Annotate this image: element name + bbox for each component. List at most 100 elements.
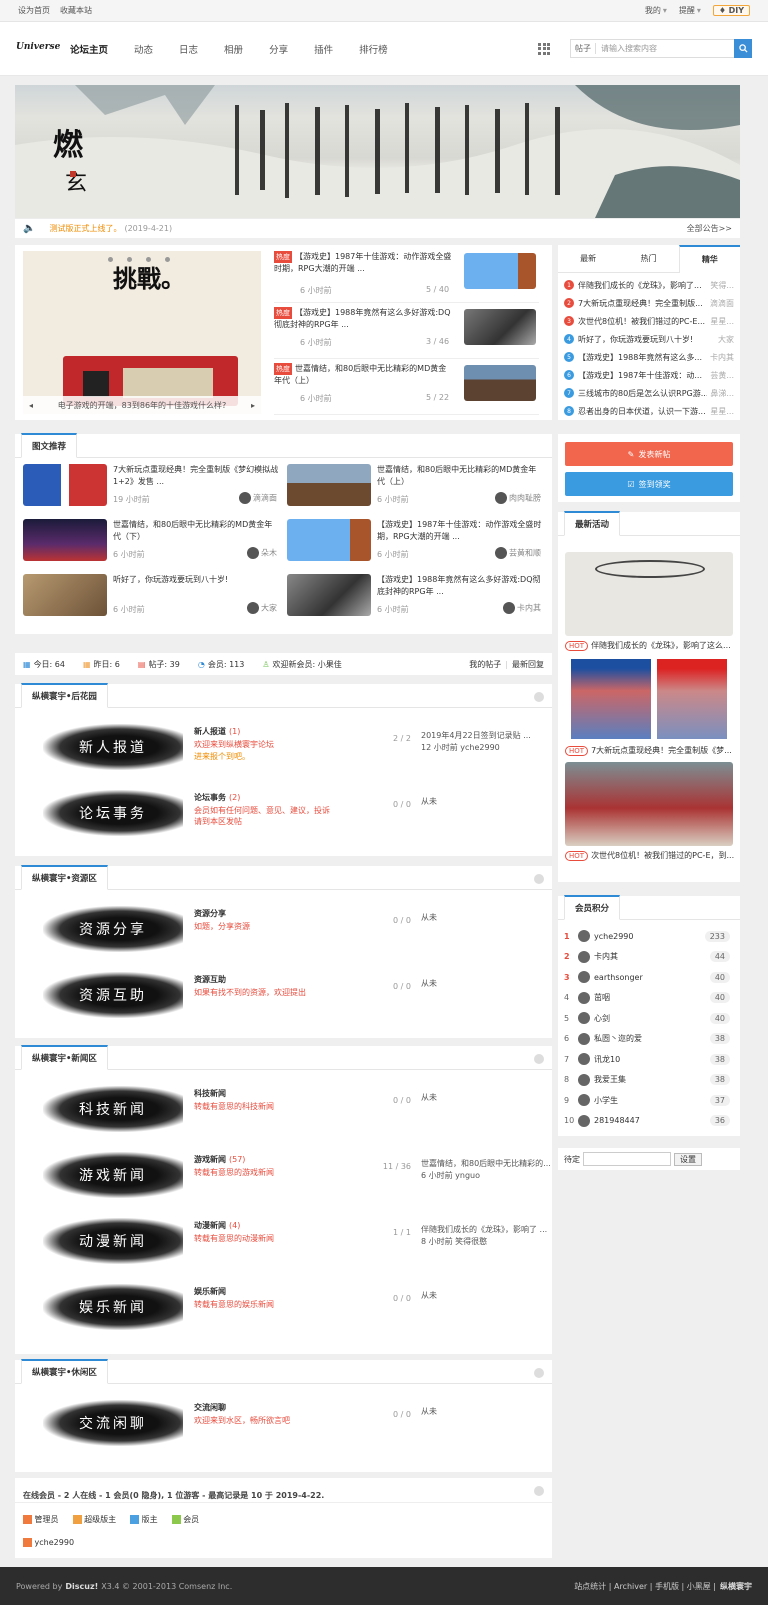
tab-latest[interactable]: 最新 bbox=[558, 245, 618, 272]
forum-last-post[interactable]: 世嘉情结，和80后眼中无比精彩的... bbox=[421, 1158, 561, 1169]
pic-item[interactable]: 7大新玩点重现经典！完全重制版《梦幻模拟战1+2》发售 ... 19 小时前 滴滴面 bbox=[23, 464, 281, 512]
forum-last-post[interactable]: 从未 bbox=[421, 912, 561, 923]
side-list-item[interactable]: 4 听好了，你玩游戏要玩到八十岁! 大家 bbox=[558, 331, 740, 347]
forum-name[interactable]: 游戏新闻 (57) bbox=[194, 1154, 245, 1165]
my-posts-link[interactable]: 我的帖子 bbox=[469, 659, 501, 670]
activity-image-pce[interactable] bbox=[565, 762, 733, 846]
points-username[interactable]: 心剑 bbox=[594, 1013, 610, 1024]
side-list-item[interactable]: 8 忍者出身的日本伏道，认识一下游... 星星... bbox=[558, 403, 740, 419]
side-list-author[interactable]: 鼻涕... bbox=[710, 388, 734, 399]
set-home-link[interactable]: 设为首页 bbox=[18, 5, 50, 16]
forum-name[interactable]: 交流闲聊 bbox=[194, 1402, 229, 1413]
points-row[interactable]: 8 我爱王集 38 bbox=[558, 1070, 730, 1090]
points-username[interactable]: 小学生 bbox=[594, 1095, 618, 1106]
points-username[interactable]: 私圄丶迩的爱 bbox=[594, 1033, 642, 1044]
side-list-author[interactable]: 卡内其 bbox=[710, 352, 734, 363]
side-list-author[interactable]: 笑得... bbox=[710, 280, 734, 291]
side-list-title[interactable]: 忍者出身的日本伏道，认识一下游... bbox=[578, 406, 707, 417]
slider-caption[interactable]: 电子游戏的开端，83到86年的十佳游戏什么样? bbox=[58, 400, 227, 411]
activity-image-langrisser[interactable] bbox=[565, 657, 733, 741]
activity-caption[interactable]: HOT 7大新玩点重现经典！完全重制版《梦... bbox=[565, 745, 732, 756]
hot-post-item[interactable]: 热度 【游戏史】1988年竟然有这么多好游戏:DQ彻底封神的RPG年 ... 6 … bbox=[274, 307, 539, 359]
forum-last-post-meta[interactable]: 12 小时前 yche2990 bbox=[421, 742, 561, 753]
points-username[interactable]: yche2990 bbox=[594, 932, 633, 941]
side-list-title[interactable]: 三线城市的80后是怎么认识RPG游... bbox=[578, 388, 707, 399]
pic-author[interactable]: 肉肉耻膀 bbox=[495, 492, 541, 504]
points-row[interactable]: 10 281948447 36 bbox=[558, 1111, 730, 1131]
side-list-title[interactable]: 听好了，你玩游戏要玩到八十岁! bbox=[578, 334, 715, 345]
hot-post-thumbnail[interactable] bbox=[464, 253, 536, 289]
points-row[interactable]: 2 卡内其 44 bbox=[558, 947, 730, 967]
stat-welcome[interactable]: 欢迎新会员: 小果佳 bbox=[273, 659, 342, 670]
my-menu[interactable]: 我的 bbox=[645, 5, 661, 16]
activity-caption[interactable]: HOT 次世代8位机！被我们错过的PC-E，到... bbox=[565, 850, 734, 861]
side-list-title[interactable]: 7大新玩点重现经典！完全重制版... bbox=[578, 298, 707, 309]
banner-image[interactable]: 燃 玄 bbox=[15, 85, 740, 218]
pic-title[interactable]: 【游戏史】1987年十佳游戏：动作游戏全盛时期，RPG大潮的开端 ... bbox=[377, 519, 543, 543]
pic-thumbnail[interactable] bbox=[287, 574, 371, 616]
nav-dynamic[interactable]: 动态 bbox=[134, 42, 153, 56]
activity-caption[interactable]: HOT 伴随我们成长的《龙珠》，影响了这么... bbox=[565, 640, 731, 651]
pic-title[interactable]: 听好了，你玩游戏要玩到八十岁! bbox=[113, 574, 279, 586]
pic-item[interactable]: 【游戏史】1988年竟然有这么多好游戏:DQ彻底封神的RPG年 ... 6 小时前… bbox=[287, 574, 545, 622]
footer-brand[interactable]: Discuz! bbox=[65, 1582, 98, 1591]
forum-row[interactable]: 动漫新闻 动漫新闻 (4) 转载有意思的动漫新闻 1 / 1 伴随我们成长的《龙珠》，影响… bbox=[15, 1208, 555, 1272]
pic-title[interactable]: 【游戏史】1988年竟然有这么多好游戏:DQ彻底封神的RPG年 ... bbox=[377, 574, 543, 598]
collapse-icon[interactable] bbox=[534, 874, 544, 884]
points-username[interactable]: 茁咽 bbox=[594, 992, 610, 1003]
points-row[interactable]: 4 茁咽 40 bbox=[558, 988, 730, 1008]
forum-row[interactable]: 游戏新闻 游戏新闻 (57) 转载有意思的游戏新闻 11 / 36 世嘉情结，和80后眼中… bbox=[15, 1142, 555, 1206]
side-list-item[interactable]: 1 伴随我们成长的《龙珠》，影响了... 笑得... bbox=[558, 277, 740, 293]
slider-prev-icon[interactable]: ◂ bbox=[29, 401, 33, 410]
pic-title[interactable]: 7大新玩点重现经典！完全重制版《梦幻模拟战1+2》发售 ... bbox=[113, 464, 279, 488]
site-logo[interactable]: Universe bbox=[16, 36, 60, 62]
pic-title[interactable]: 世嘉情结，和80后眼中无比精彩的MD黄金年代（下） bbox=[113, 519, 279, 543]
forum-logo-image[interactable]: 动漫新闻 bbox=[43, 1218, 183, 1264]
forum-logo-image[interactable]: 资源分享 bbox=[43, 906, 183, 952]
pic-author[interactable]: 芸黄和顺 bbox=[495, 547, 541, 559]
notice-text[interactable]: 测试版正式上线了。 bbox=[49, 223, 121, 234]
pic-item[interactable]: 【游戏史】1987年十佳游戏：动作游戏全盛时期，RPG大潮的开端 ... 6 小时… bbox=[287, 519, 545, 567]
tab-hot[interactable]: 热门 bbox=[618, 245, 678, 272]
pic-thumbnail[interactable] bbox=[287, 464, 371, 506]
forum-last-post-meta[interactable]: 8 小时前 笑得很憨 bbox=[421, 1236, 561, 1247]
side-list-title[interactable]: 【游戏史】1987年十佳游戏：动... bbox=[578, 370, 707, 381]
forum-logo-image[interactable]: 论坛事务 bbox=[43, 790, 183, 836]
side-list-author[interactable]: 芸黄... bbox=[710, 370, 734, 381]
collapse-icon[interactable] bbox=[534, 692, 544, 702]
hot-post-item[interactable]: 热度 【游戏史】1987年十佳游戏：动作游戏全盛时期，RPG大潮的开端 ... 6… bbox=[274, 251, 539, 303]
forum-name[interactable]: 娱乐新闻 bbox=[194, 1286, 229, 1297]
pending-input[interactable] bbox=[583, 1152, 671, 1166]
side-list-item[interactable]: 5 【游戏史】1988年竟然有这么多... 卡内其 bbox=[558, 349, 740, 365]
footer-site-name[interactable]: 纵横寰宇 bbox=[720, 1581, 752, 1592]
all-notices-link[interactable]: 全部公告>> bbox=[687, 223, 732, 234]
forum-row[interactable]: 论坛事务 论坛事务 (2) 会员如有任何问题、意见、建议，投诉请到本区发帖 0 / 0从… bbox=[15, 780, 555, 844]
remind-menu[interactable]: 提醒 bbox=[679, 5, 695, 16]
side-list-item[interactable]: 2 7大新玩点重现经典！完全重制版... 滴滴面 bbox=[558, 295, 740, 311]
forum-logo-image[interactable]: 交流闲聊 bbox=[43, 1400, 183, 1446]
hot-post-item[interactable]: 热度 世嘉情结，和80后眼中无比精彩的MD黄金年代（上） 6 小时前 5 / 22 bbox=[274, 363, 539, 415]
side-list-author[interactable]: 星星... bbox=[710, 316, 734, 327]
side-list-title[interactable]: 【游戏史】1988年竟然有这么多... bbox=[578, 352, 707, 363]
slider[interactable]: 挑戰。 ◂ 电子游戏的开端，83到86年的十佳游戏什么样? ▸ bbox=[23, 251, 261, 414]
forum-row[interactable]: 娱乐新闻 娱乐新闻 转载有意思的娱乐新闻 0 / 0 从未 bbox=[15, 1274, 555, 1338]
points-row[interactable]: 5 心剑 40 bbox=[558, 1008, 730, 1028]
pic-thumbnail[interactable] bbox=[23, 574, 107, 616]
side-list-title[interactable]: 伴随我们成长的《龙珠》，影响了... bbox=[578, 280, 707, 291]
activity-image-dragonball[interactable] bbox=[565, 552, 733, 636]
side-list-item[interactable]: 7 三线城市的80后是怎么认识RPG游... 鼻涕... bbox=[558, 385, 740, 401]
pic-author[interactable]: 滴滴面 bbox=[239, 492, 277, 504]
forum-name[interactable]: 论坛事务 (2) bbox=[194, 792, 240, 803]
collapse-icon[interactable] bbox=[534, 1054, 544, 1064]
forum-last-post[interactable]: 从未 bbox=[421, 978, 561, 989]
side-list-item[interactable]: 6 【游戏史】1987年十佳游戏：动... 芸黄... bbox=[558, 367, 740, 383]
sign-in-button[interactable]: ☑ 签到领奖 bbox=[565, 472, 733, 496]
points-username[interactable]: 卡内其 bbox=[594, 951, 618, 962]
pic-thumbnail[interactable] bbox=[287, 519, 371, 561]
side-list-author[interactable]: 大家 bbox=[718, 334, 734, 345]
pic-item[interactable]: 听好了，你玩游戏要玩到八十岁! 6 小时前 大家 bbox=[23, 574, 281, 622]
forum-last-post[interactable]: 从未 bbox=[421, 1406, 561, 1417]
forum-logo-image[interactable]: 资源互助 bbox=[43, 972, 183, 1018]
points-row[interactable]: 1 yche2990 233 bbox=[558, 926, 730, 946]
forum-logo-image[interactable]: 游戏新闻 bbox=[43, 1152, 183, 1198]
